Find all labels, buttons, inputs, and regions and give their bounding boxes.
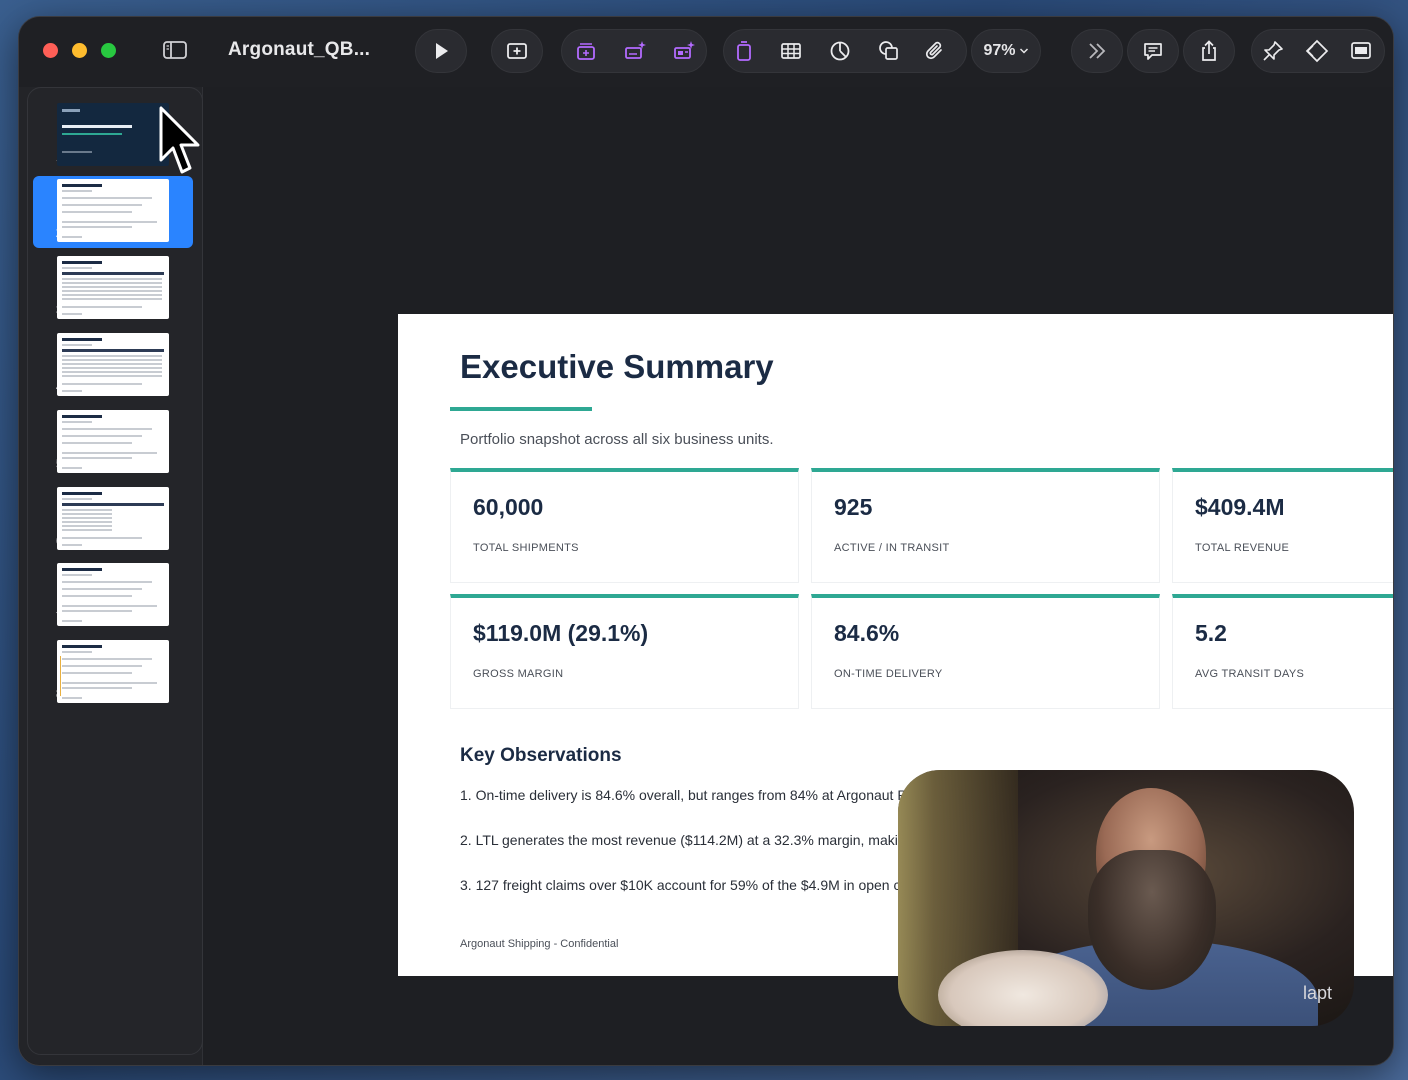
text-box-button[interactable] (722, 29, 766, 73)
title-underline (450, 407, 592, 411)
document-button[interactable] (1339, 29, 1383, 73)
share-icon (1202, 40, 1216, 61)
chevrons-right-icon (1089, 43, 1106, 59)
sparkle-media-icon (674, 41, 695, 59)
monitor-icon (1351, 42, 1371, 59)
minimize-window-button[interactable] (72, 43, 87, 58)
table-button[interactable] (769, 29, 813, 73)
sparkle-text-icon (625, 41, 646, 59)
webcam-overlay[interactable]: lapt (898, 770, 1354, 1026)
metric-card: 84.6% ON-TIME DELIVERY (811, 594, 1160, 709)
metric-card: 60,000 TOTAL SHIPMENTS (450, 468, 799, 583)
zoom-dropdown[interactable]: 97% (971, 29, 1041, 73)
metric-label: ACTIVE / IN TRANSIT (834, 542, 950, 554)
slide-thumbnail[interactable] (57, 333, 169, 396)
metric-label: TOTAL REVENUE (1195, 542, 1290, 554)
metric-label: ON-TIME DELIVERY (834, 668, 943, 680)
metric-label: AVG TRANSIT DAYS (1195, 668, 1305, 680)
presenter-beard (1088, 850, 1216, 990)
slide-footer: Argonaut Shipping - Confidential (460, 938, 619, 950)
zoom-value: 97% (983, 42, 1016, 59)
mouse-cursor-icon (159, 106, 200, 174)
more-button[interactable] (1075, 29, 1119, 73)
metric-value: 84.6% (834, 620, 900, 646)
metric-value: 925 (834, 494, 873, 520)
share-button[interactable] (1187, 29, 1231, 73)
slide-thumbnail[interactable] (57, 640, 169, 703)
slide-thumbnail[interactable] (57, 410, 169, 473)
metric-value: 60,000 (473, 494, 544, 520)
ai-slide-button[interactable] (564, 29, 608, 73)
metric-value: $119.0M (29.1%) (473, 620, 649, 646)
text-box-icon (737, 41, 751, 61)
format-button[interactable] (1251, 29, 1295, 73)
metric-card: $119.0M (29.1%) GROSS MARGIN (450, 594, 799, 709)
play-button[interactable] (419, 29, 463, 73)
slide-subtitle: Portfolio snapshot across all six busine… (460, 431, 774, 448)
pin-icon (1263, 41, 1283, 61)
shape-icon (879, 41, 898, 60)
animate-button[interactable] (1295, 29, 1339, 73)
metric-card: $409.4M TOTAL REVENUE (1172, 468, 1393, 583)
zoom-window-button[interactable] (101, 43, 116, 58)
slide-thumbnail[interactable] (57, 103, 169, 166)
chart-icon (830, 41, 850, 61)
metric-label: GROSS MARGIN (473, 668, 564, 680)
slide-thumbnail[interactable] (57, 487, 169, 550)
add-slide-icon (507, 43, 527, 59)
metric-card: 925 ACTIVE / IN TRANSIT (811, 468, 1160, 583)
play-icon (436, 43, 448, 59)
diamond-icon (1305, 39, 1329, 63)
attach-button[interactable] (913, 29, 957, 73)
video-watermark: lapt (1302, 983, 1332, 1003)
paperclip-icon (925, 41, 942, 60)
sidebar-toggle-icon[interactable] (162, 39, 188, 61)
comment-icon (1144, 43, 1162, 60)
slide-title: Executive Summary (460, 348, 774, 385)
slide-navigator: 12345678 (19, 87, 203, 1065)
document-title: Argonaut_QB... (228, 39, 371, 60)
add-slide-button[interactable] (495, 29, 539, 73)
toolbar: Argonaut_QB... 97% (19, 17, 1393, 87)
ai-media-button[interactable] (662, 29, 706, 73)
slide-thumbnail[interactable] (57, 563, 169, 626)
chevron-down-icon (1019, 48, 1028, 54)
ai-text-button[interactable] (613, 29, 657, 73)
metric-label: TOTAL SHIPMENTS (473, 542, 579, 554)
metric-value: $409.4M (1195, 494, 1285, 520)
sparkle-slide-icon (577, 43, 595, 60)
slide-thumbnail[interactable] (57, 179, 169, 242)
observations-heading: Key Observations (460, 745, 622, 766)
metric-card: 5.2 AVG TRANSIT DAYS (1172, 594, 1393, 709)
table-icon (781, 43, 801, 59)
close-window-button[interactable] (43, 43, 58, 58)
shape-button[interactable] (867, 29, 911, 73)
metric-value: 5.2 (1195, 620, 1227, 646)
chart-button[interactable] (818, 29, 862, 73)
slide-thumbnail[interactable] (57, 256, 169, 319)
comment-button[interactable] (1131, 29, 1175, 73)
